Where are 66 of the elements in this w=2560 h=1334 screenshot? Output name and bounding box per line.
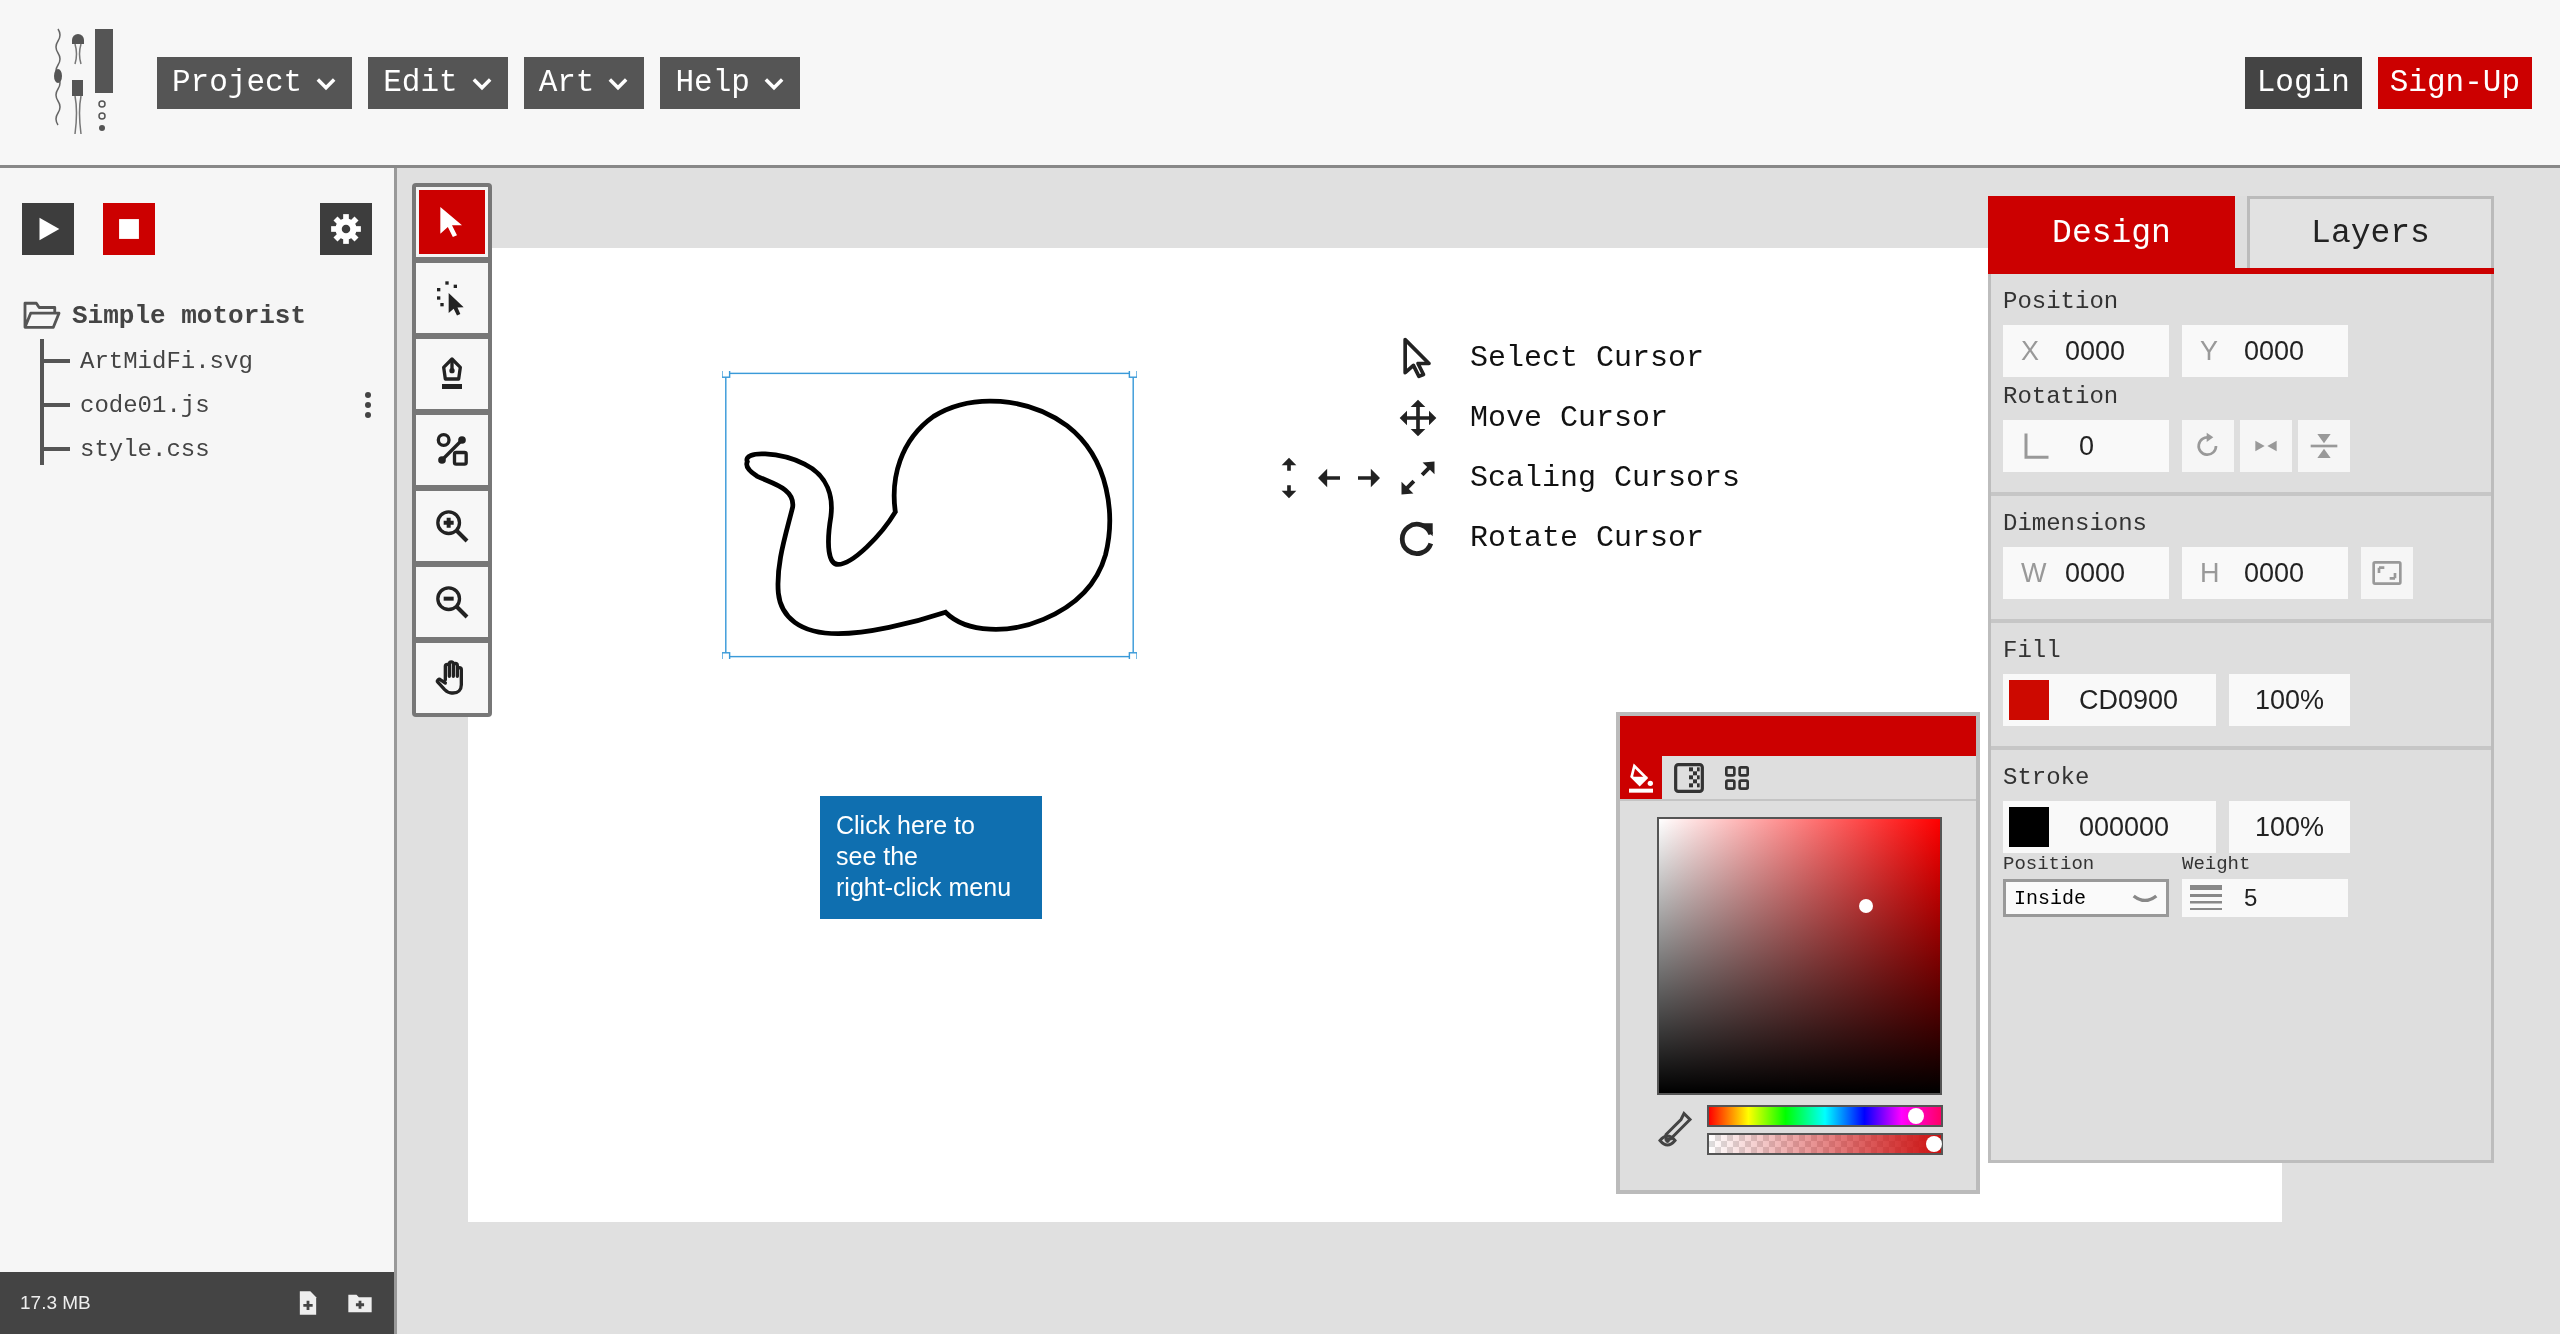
fit-frame-button[interactable] (2361, 547, 2413, 599)
opacity-slider[interactable] (1707, 1133, 1943, 1155)
input-field[interactable]: 100% (2229, 801, 2350, 853)
field-value: 5 (2244, 884, 2258, 912)
menu-button[interactable]: Edit (368, 56, 508, 109)
rotate-button[interactable] (2182, 420, 2234, 472)
opacity-icon (1673, 761, 1705, 794)
legend-label: Scaling Cursors (1470, 461, 1741, 495)
panel-tab[interactable]: Layers (2247, 196, 2494, 268)
stop-button[interactable] (103, 203, 155, 255)
flip-vertical-button[interactable] (2298, 420, 2350, 472)
section-title: Fill (2003, 637, 2062, 664)
slider-thumb[interactable] (1926, 1136, 1943, 1152)
project-name[interactable]: Simple motorist (72, 301, 307, 331)
line-weight-icon (2188, 883, 2224, 913)
color-field[interactable]: CD0900 (2003, 674, 2216, 726)
field-value: 000000 (2079, 811, 2170, 843)
section-title: Dimensions (2003, 510, 2149, 537)
input-field[interactable]: W 0000 (2003, 547, 2169, 599)
field-value: 0 (2079, 430, 2095, 462)
login-button[interactable]: Login (2244, 56, 2362, 109)
signup-button[interactable]: Sign-Up (2377, 56, 2532, 109)
more-options-icon[interactable] (362, 390, 374, 420)
file-name[interactable]: ArtMidFi.svg (80, 347, 253, 375)
field-value: CD0900 (2079, 684, 2179, 716)
panel-tab[interactable]: Design (1988, 196, 2235, 268)
memory-usage: 17.3 MB (20, 1292, 92, 1314)
tool-button[interactable] (416, 567, 488, 637)
field-caption: Position (2003, 853, 2096, 875)
menu-button[interactable]: Art (523, 56, 645, 109)
settings-icon (329, 212, 363, 246)
input-field[interactable]: 100% (2229, 674, 2350, 726)
legend-label: Rotate Cursor (1470, 521, 1706, 555)
tool-button[interactable] (416, 491, 488, 561)
tool-button[interactable] (416, 263, 488, 333)
hue-slider[interactable] (1707, 1105, 1943, 1127)
tool-button[interactable] (416, 415, 488, 485)
input-field[interactable]: 5 (2182, 879, 2348, 917)
input-field[interactable]: X 0000 (2003, 325, 2169, 377)
menu-button[interactable]: Help (660, 56, 800, 109)
section-title: Stroke (2003, 764, 2091, 791)
section-title: Rotation (2003, 383, 2120, 410)
input-field[interactable]: H 0000 (2182, 547, 2348, 599)
slider-thumb[interactable] (1907, 1108, 1924, 1124)
callout-button[interactable]: Click here to see the right-click menu (820, 796, 1042, 919)
input-field[interactable]: Y 0000 (2182, 325, 2348, 377)
tool-button[interactable] (416, 643, 488, 713)
settings-button[interactable] (320, 203, 372, 255)
color-field[interactable]: 000000 (2003, 801, 2216, 853)
dropdown[interactable]: Inside (2003, 879, 2169, 917)
field-caption: Weight (2182, 853, 2252, 875)
file-name[interactable]: code01.js (80, 391, 210, 419)
color-field[interactable] (1657, 817, 1942, 1095)
color-handle[interactable] (1859, 899, 1873, 913)
section-title: Position (2003, 288, 2120, 315)
chevron-down-icon (2132, 894, 2158, 902)
play-button[interactable] (22, 203, 74, 255)
legend-label: Select Cursor (1470, 341, 1706, 375)
flip-horizontal-button[interactable] (2240, 420, 2292, 472)
input-field[interactable]: 0 (2003, 420, 2169, 472)
file-name[interactable]: style.css (80, 435, 210, 463)
menu-button[interactable]: Project (157, 56, 353, 109)
eyedropper-icon[interactable] (1657, 1110, 1693, 1150)
tool-button[interactable] (416, 339, 488, 409)
picker-tab[interactable] (1620, 756, 1662, 799)
legend-label: Move Cursor (1470, 401, 1670, 435)
